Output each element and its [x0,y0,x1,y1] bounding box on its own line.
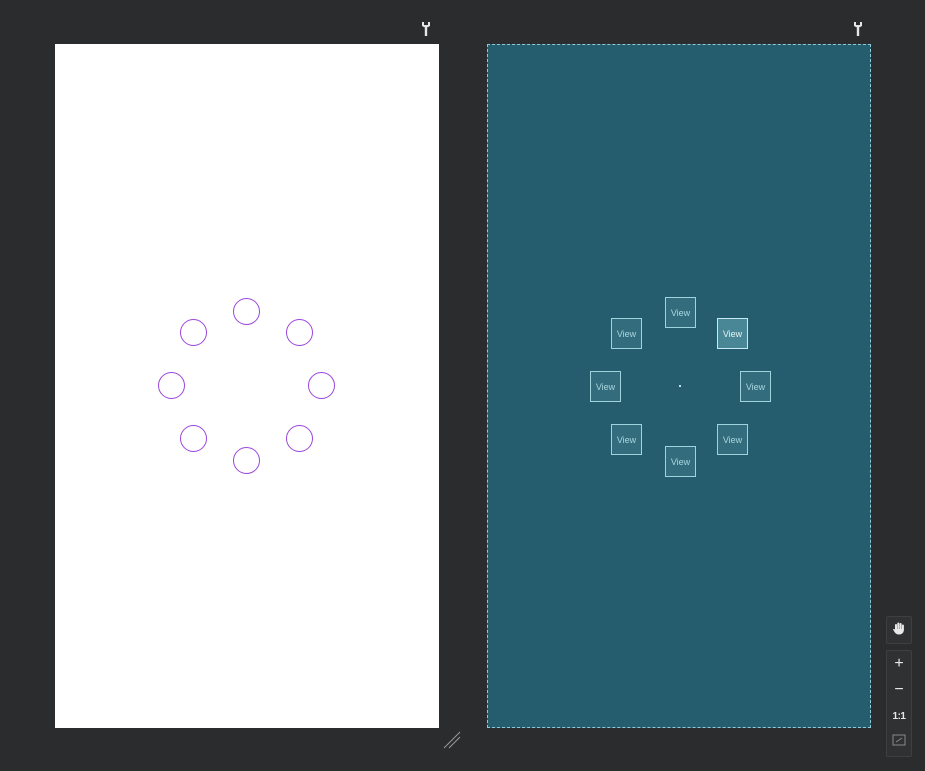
circle-view-right[interactable] [308,372,335,399]
circle-view-top[interactable] [233,298,260,325]
resize-handle-icon[interactable] [442,730,462,750]
blueprint-view-bottom-left[interactable]: View [611,424,642,455]
blueprint-view-right[interactable]: View [740,371,771,402]
blueprint-view-top-left[interactable]: View [611,318,642,349]
zoom-in-label: + [894,655,904,672]
pan-button[interactable] [886,616,912,644]
zoom-controls: + − 1:1 [886,650,912,757]
fit-screen-icon [892,733,906,751]
blueprint-center-anchor [679,385,681,387]
zoom-in-button[interactable]: + [887,651,911,677]
layout-editor-canvas: View View View View View View View View [0,0,925,771]
circle-view-top-left[interactable] [180,319,207,346]
actual-size-button[interactable]: 1:1 [887,703,911,729]
zoom-out-label: − [894,681,904,698]
circle-view-bottom-right[interactable] [286,425,313,452]
actual-size-label: 1:1 [892,710,906,722]
circle-view-bottom-left[interactable] [180,425,207,452]
design-surface[interactable] [55,44,439,728]
blueprint-view-left[interactable]: View [590,371,621,402]
zoom-out-button[interactable]: − [887,677,911,703]
blueprint-view-top[interactable]: View [665,297,696,328]
design-wrench-icon[interactable] [420,21,432,37]
blueprint-view-top-right[interactable]: View [717,318,748,349]
hand-icon [892,621,906,640]
blueprint-surface[interactable]: View View View View View View View View [487,44,871,728]
blueprint-wrench-icon[interactable] [852,21,864,37]
blueprint-view-bottom-right[interactable]: View [717,424,748,455]
blueprint-view-bottom[interactable]: View [665,446,696,477]
circle-view-left[interactable] [158,372,185,399]
circle-view-bottom[interactable] [233,447,260,474]
circle-view-top-right[interactable] [286,319,313,346]
fit-screen-button[interactable] [887,729,911,755]
